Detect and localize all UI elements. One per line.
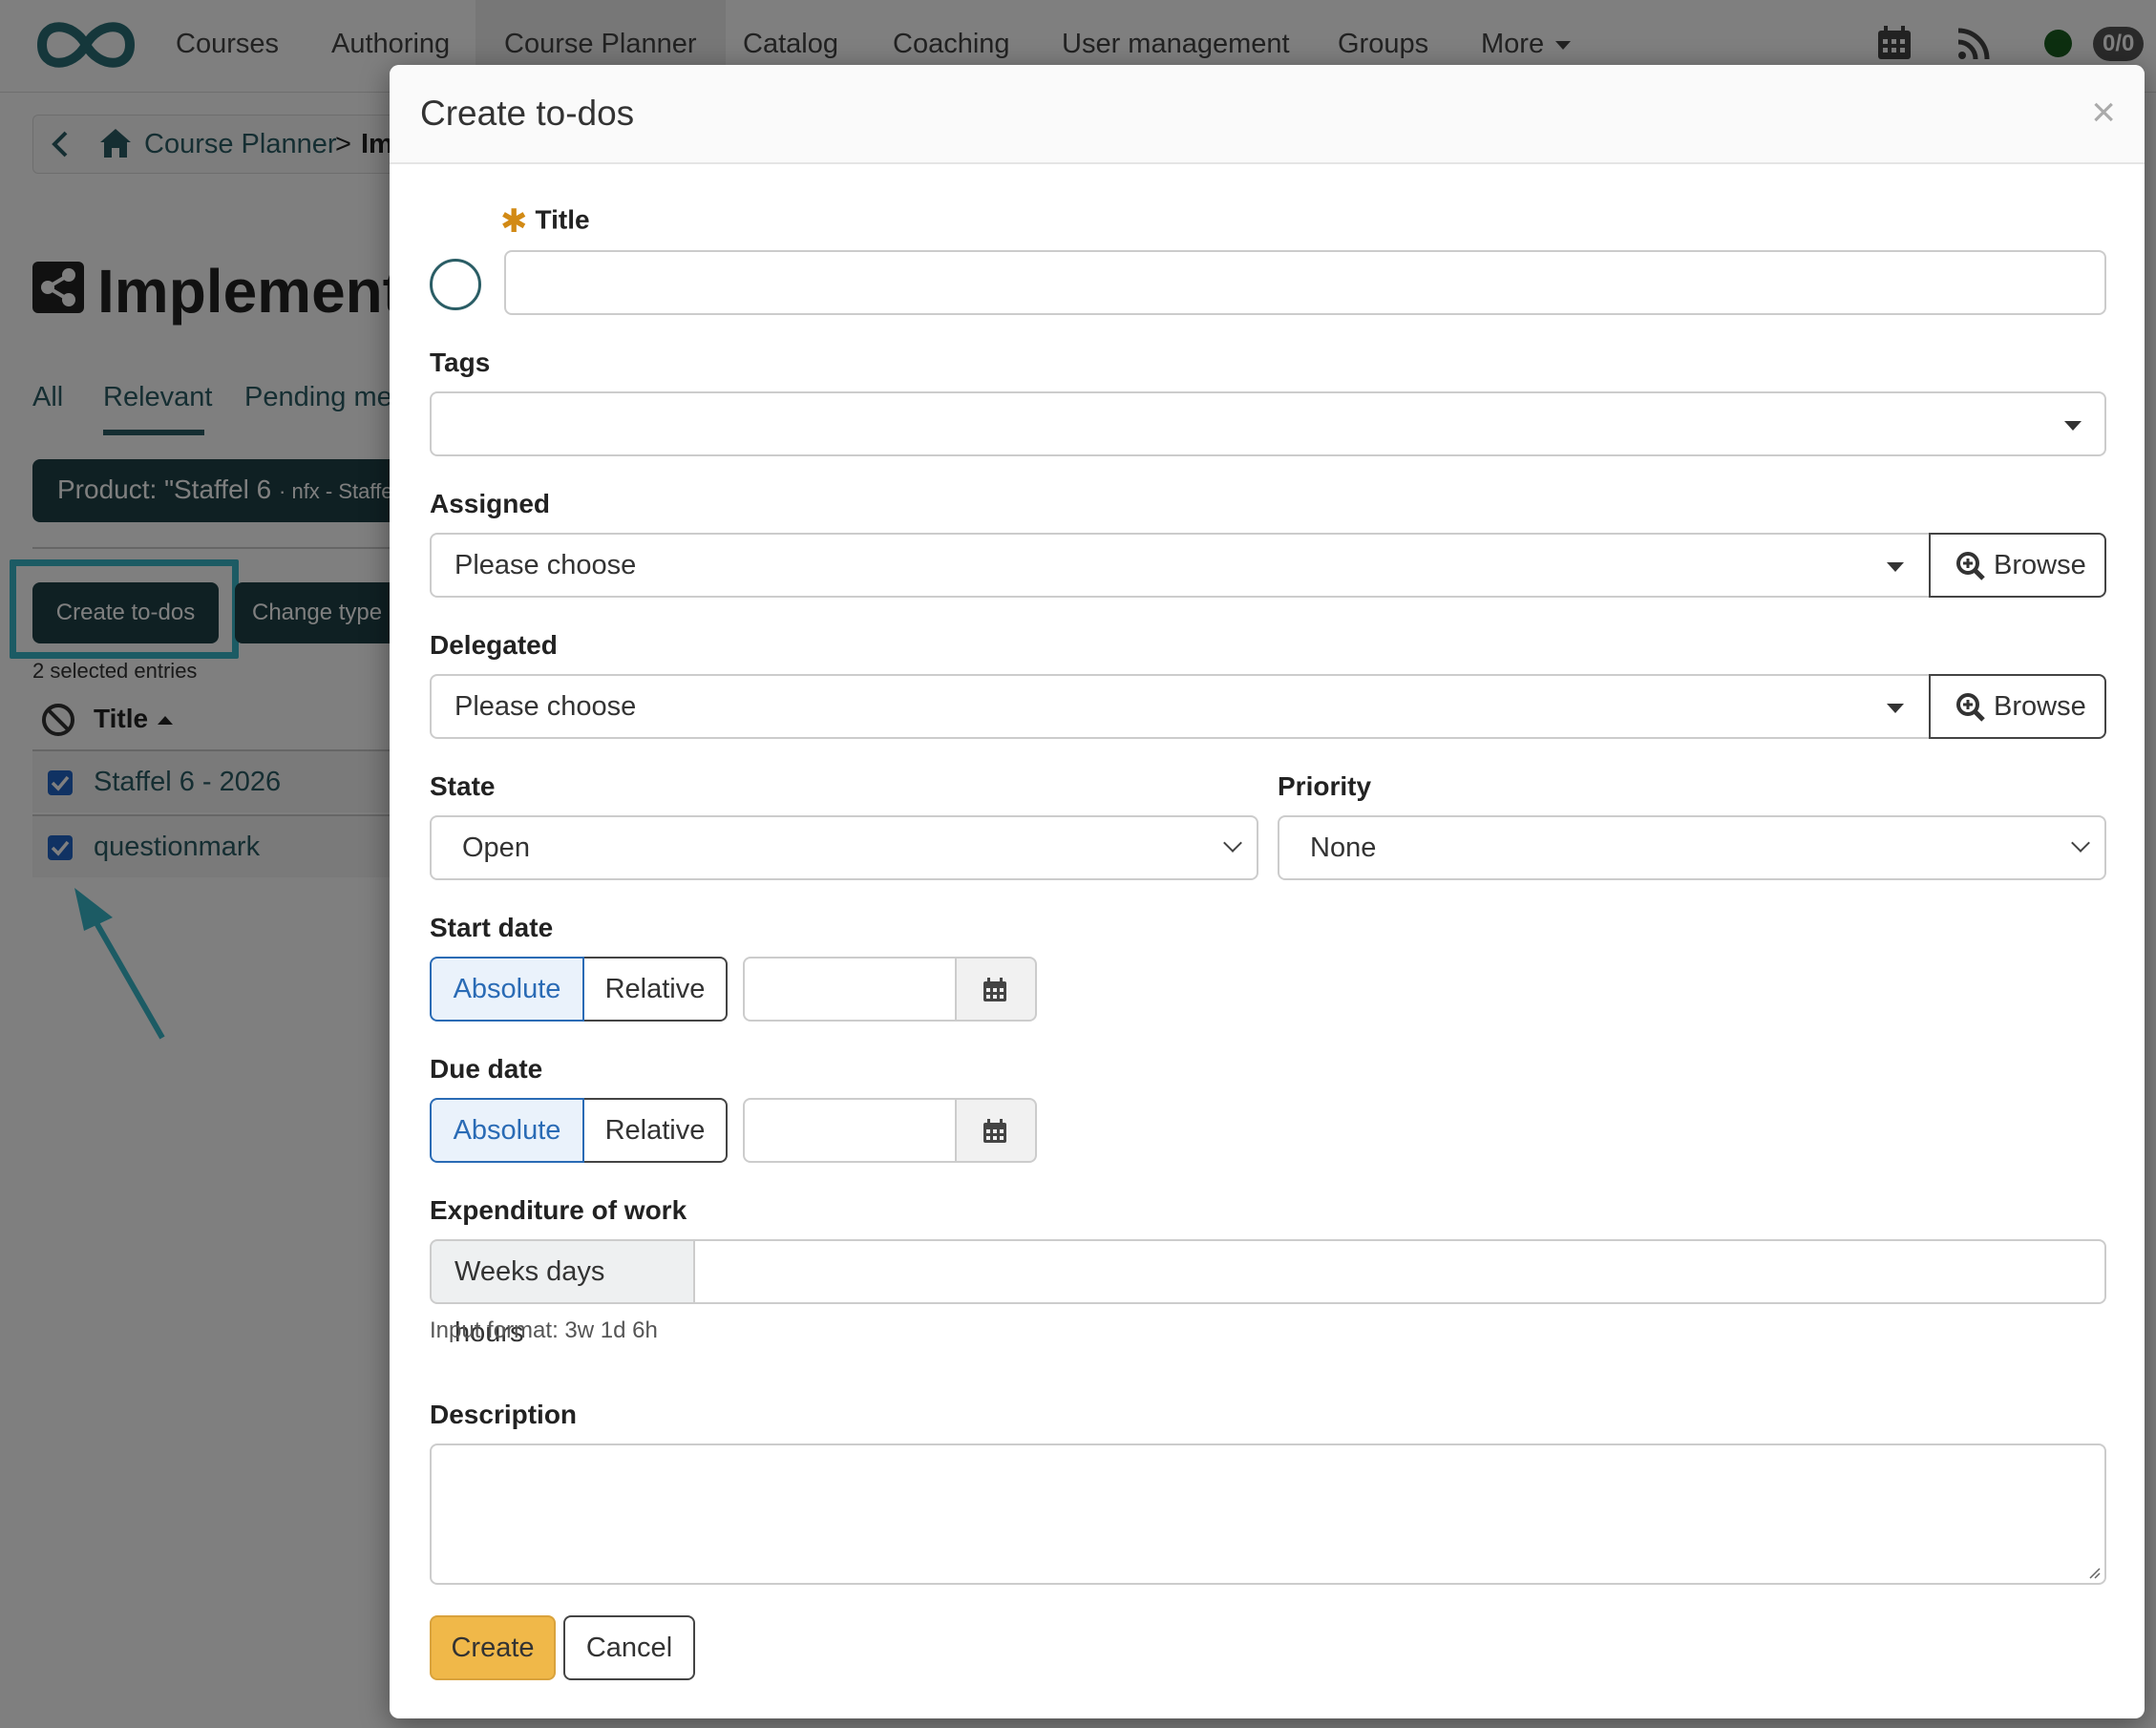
delegated-label: Delegated [430, 630, 558, 660]
title-label: ✱ Title [500, 202, 590, 241]
delegated-select[interactable]: Please choose [430, 674, 1931, 739]
expenditure-help-text: Input format: 3w 1d 6h [430, 1317, 658, 1343]
create-button[interactable]: Create [430, 1615, 556, 1680]
delegated-value: Please choose [454, 691, 637, 722]
create-todos-dialog: Create to-dos × ✱ Title Tags Assigned Ple… [390, 65, 2145, 1718]
due-date-absolute-toggle[interactable]: Absolute [430, 1098, 584, 1163]
assigned-browse-label: Browse [1994, 550, 2086, 580]
zoom-in-icon [1956, 552, 1985, 580]
due-date-relative-toggle[interactable]: Relative [584, 1098, 728, 1163]
assigned-browse-button[interactable]: Browse [1929, 533, 2106, 598]
start-date-relative-toggle[interactable]: Relative [584, 957, 728, 1022]
tags-select[interactable] [430, 391, 2106, 456]
assigned-select[interactable]: Please choose [430, 533, 1931, 598]
chevron-down-icon [1223, 833, 1242, 853]
description-label: Description [430, 1400, 578, 1429]
close-icon[interactable]: × [2091, 92, 2116, 134]
cancel-button[interactable]: Cancel [563, 1615, 695, 1680]
state-label: State [430, 771, 496, 801]
description-textarea[interactable] [430, 1444, 2106, 1585]
calendar-icon [983, 978, 1006, 1001]
zoom-in-icon [1956, 693, 1985, 722]
dialog-title: Create to-dos [420, 94, 635, 133]
todo-status-toggle[interactable] [430, 259, 481, 310]
start-date-absolute-toggle[interactable]: Absolute [430, 957, 584, 1022]
dialog-header: Create to-dos × [390, 65, 2145, 164]
state-value: Open [462, 832, 530, 863]
delegated-browse-button[interactable]: Browse [1929, 674, 2106, 739]
delegated-browse-label: Browse [1994, 691, 2086, 722]
state-select[interactable]: Open [430, 815, 1258, 880]
resize-handle-icon[interactable] [2087, 1566, 2101, 1579]
assigned-value: Please choose [454, 550, 637, 580]
expenditure-input[interactable] [693, 1239, 2106, 1304]
title-input[interactable] [504, 250, 2106, 315]
priority-label: Priority [1278, 771, 1372, 801]
chevron-down-icon [1887, 704, 1904, 713]
start-date-input[interactable] [743, 957, 957, 1022]
assigned-label: Assigned [430, 489, 551, 518]
expenditure-label: Expenditure of work [430, 1195, 687, 1225]
required-icon: ✱ [500, 203, 528, 240]
due-date-label: Due date [430, 1054, 543, 1084]
expenditure-addon: Weeks days hours [430, 1239, 695, 1348]
priority-select[interactable]: None [1278, 815, 2106, 880]
start-date-picker-button[interactable] [957, 957, 1037, 1022]
due-date-picker-button[interactable] [957, 1098, 1037, 1163]
start-date-label: Start date [430, 913, 554, 942]
priority-value: None [1310, 832, 1377, 863]
calendar-icon [983, 1119, 1006, 1143]
title-label-text: Title [535, 204, 590, 235]
chevron-down-icon [2064, 421, 2082, 431]
chevron-down-icon [2071, 833, 2090, 853]
due-date-input[interactable] [743, 1098, 957, 1163]
tags-label: Tags [430, 348, 491, 377]
chevron-down-icon [1887, 562, 1904, 572]
